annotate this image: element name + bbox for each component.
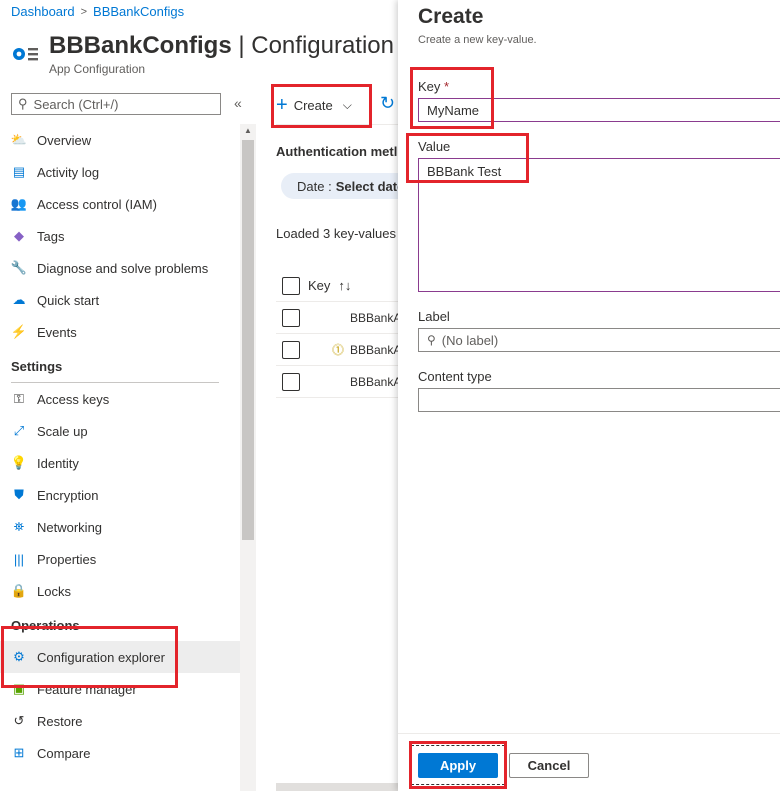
row-key: BBBankA: [350, 342, 402, 357]
sort-icon[interactable]: ↑↓: [338, 278, 351, 293]
scrollbar-thumb[interactable]: [242, 140, 254, 540]
sidebar-item-activity-log[interactable]: ▤ Activity log: [0, 156, 240, 188]
row-checkbox[interactable]: [282, 372, 300, 391]
identity-icon: 💡: [10, 455, 28, 470]
toolbar-divider: [276, 124, 398, 125]
label-placeholder: (No label): [441, 332, 499, 348]
plus-icon: +: [276, 94, 288, 116]
key-input[interactable]: MyName: [418, 98, 780, 122]
collapse-sidebar-icon[interactable]: «: [234, 95, 242, 111]
sidebar-item-feature-manager[interactable]: ▣ Feature manager: [0, 673, 240, 705]
sidebar-item-properties[interactable]: ||| Properties: [0, 543, 240, 575]
sidebar-item-encryption[interactable]: ⛊ Encryption: [0, 479, 240, 511]
feature-flag-icon: ⓵: [332, 343, 345, 357]
content-type-input[interactable]: [418, 388, 780, 412]
apply-button[interactable]: Apply: [418, 753, 498, 778]
table-row[interactable]: BBBankA: [276, 366, 402, 398]
search-icon: ⚲: [18, 96, 28, 111]
restore-icon: ↺: [13, 713, 25, 728]
row-key: BBBankA: [350, 310, 402, 325]
activity-log-icon: ▤: [12, 164, 26, 179]
scroll-up-icon[interactable]: ▲: [244, 126, 252, 135]
wrench-icon: 🔧: [10, 260, 28, 275]
sidebar-item-scale-up[interactable]: ⤢ Scale up: [0, 415, 240, 447]
feature-manager-icon: ▣: [12, 681, 26, 696]
overview-icon: ⛅: [10, 132, 28, 147]
sidebar-item-iam[interactable]: 👥 Access control (IAM): [0, 188, 240, 220]
search-placeholder: Search (Ctrl+/): [33, 96, 119, 112]
key-values-table: Key ↑↓ BBBankA ⓵ BBBankA BBBankA: [276, 270, 402, 398]
sidebar-item-events[interactable]: ⚡ Events: [0, 316, 240, 348]
value-textarea[interactable]: BBBank Test: [418, 158, 780, 292]
page-title: BBBankConfigs | Configuration e: [49, 32, 415, 59]
key-column-header[interactable]: Key: [308, 278, 330, 293]
table-row[interactable]: BBBankA: [276, 302, 402, 334]
key-label: Key *: [418, 79, 450, 94]
lock-icon: 🔒: [10, 583, 28, 598]
chevron-right-icon: >: [80, 5, 88, 18]
sidebar-item-tags[interactable]: ◆ Tags: [0, 220, 240, 252]
app-configuration-icon: [13, 48, 38, 61]
date-prefix: Date :: [297, 178, 332, 194]
search-input[interactable]: ⚲ Search (Ctrl+/): [11, 93, 221, 115]
panel-footer-divider: [398, 733, 780, 734]
sidebar-item-quick-start[interactable]: ☁ Quick start: [0, 284, 240, 316]
lightning-icon: ⚡: [10, 324, 28, 339]
cloud-icon: ☁: [12, 292, 26, 307]
cancel-button[interactable]: Cancel: [509, 753, 589, 778]
create-key-value-panel: Create Create a new key-value. Key * MyN…: [398, 0, 780, 791]
table-row[interactable]: ⓵ BBBankA: [276, 334, 402, 366]
page-subtitle: App Configuration: [49, 62, 146, 76]
content-type-label: Content type: [418, 369, 492, 384]
search-icon: ⚲: [427, 333, 436, 347]
refresh-icon[interactable]: ↻: [380, 93, 395, 114]
sidebar-item-networking[interactable]: ⛯ Networking: [0, 511, 240, 543]
horizontal-scrollbar[interactable]: [276, 783, 398, 791]
sidebar-item-locks[interactable]: 🔒 Locks: [0, 575, 240, 607]
iam-icon: 👥: [10, 196, 28, 211]
compare-icon: ⊞: [13, 745, 25, 760]
date-value: Select date: [335, 178, 405, 194]
select-all-checkbox[interactable]: [282, 276, 300, 295]
settings-section-header: Settings: [11, 359, 63, 374]
label-dropdown[interactable]: ⚲ (No label): [418, 328, 780, 352]
breadcrumb-dashboard[interactable]: Dashboard: [11, 4, 75, 19]
scale-up-icon: ⤢: [13, 423, 25, 438]
authentication-method-label: Authentication metl: [276, 144, 398, 159]
label-field-label: Label: [418, 309, 450, 324]
sidebar-item-overview[interactable]: ⛅ Overview: [0, 124, 240, 156]
panel-title: Create: [418, 5, 484, 28]
sidebar-scrollbar[interactable]: ▲: [240, 124, 256, 791]
sidebar-item-access-keys[interactable]: ⚿ Access keys: [0, 383, 240, 415]
chevron-down-icon: ⌵: [342, 97, 352, 112]
row-checkbox[interactable]: [282, 340, 300, 359]
sidebar-item-restore[interactable]: ↺ Restore: [0, 705, 240, 737]
table-header: Key ↑↓: [276, 270, 398, 302]
config-explorer-icon: ⚙: [13, 649, 25, 664]
row-key: BBBankA: [350, 374, 402, 389]
value-label: Value: [418, 139, 451, 154]
loaded-status-text: Loaded 3 key-values v: [276, 226, 407, 241]
operations-section-header: Operations: [11, 618, 80, 633]
sidebar-item-diagnose[interactable]: 🔧 Diagnose and solve problems: [0, 252, 240, 284]
create-button[interactable]: + Create ⌵: [276, 88, 352, 122]
row-checkbox[interactable]: [282, 308, 300, 327]
shield-icon: ⛊: [14, 487, 24, 502]
panel-subtitle: Create a new key-value.: [418, 34, 537, 46]
breadcrumb: Dashboard > BBBankConfigs: [11, 4, 184, 19]
key-icon: ⚿: [14, 391, 24, 406]
properties-icon: |||: [13, 551, 25, 567]
create-label: Create: [293, 97, 333, 113]
sidebar-item-configuration-explorer[interactable]: ⚙ Configuration explorer: [0, 641, 240, 673]
network-icon: ⛯: [13, 519, 25, 534]
breadcrumb-resource[interactable]: BBBankConfigs: [93, 4, 184, 19]
sidebar-item-identity[interactable]: 💡 Identity: [0, 447, 240, 479]
tag-icon: ◆: [14, 228, 24, 243]
sidebar-item-compare[interactable]: ⊞ Compare: [0, 737, 240, 769]
sidebar: ⛅ Overview ▤ Activity log 👥 Access control …: [0, 124, 240, 769]
